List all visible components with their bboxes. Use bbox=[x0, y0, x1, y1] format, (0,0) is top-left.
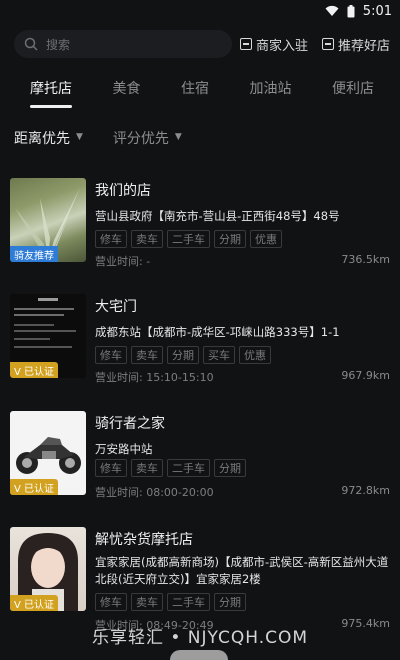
chevron-down-icon: ▼ bbox=[174, 132, 182, 142]
sort-distance[interactable]: 距离优先 ▼ bbox=[14, 128, 83, 148]
search-placeholder: 搜索 bbox=[46, 37, 71, 52]
shop-address: 宜家家居(成都高新商场)【成都市-武侯区-高新区益州大道北段(近天府立交)】宜家… bbox=[95, 555, 389, 586]
shop-tag: 修车 bbox=[95, 593, 127, 611]
shop-tag: 分期 bbox=[214, 459, 246, 477]
recommend-icon bbox=[321, 38, 334, 50]
shop-thumbnail: V 已认证 bbox=[10, 411, 86, 495]
shop-thumbnail: 骑友推荐 bbox=[10, 178, 86, 262]
header: 搜索 商家入驻 推荐好店 bbox=[0, 22, 400, 66]
shop-card[interactable]: V 已认证 解忧杂货摩托店 宜家家居(成都高新商场)【成都市-武侯区-高新区益州… bbox=[0, 527, 400, 632]
shop-name: 大宅门 bbox=[95, 299, 137, 315]
shop-hours: 营业时间: 08:00-20:00 bbox=[95, 486, 214, 499]
shop-tag: 分期 bbox=[214, 593, 246, 611]
shop-tag: 修车 bbox=[95, 230, 127, 248]
shop-tag: 优惠 bbox=[239, 346, 271, 364]
watermark: 乐享轻汇 • NJYCQH.COM bbox=[91, 628, 309, 648]
status-time: 5:01 bbox=[362, 3, 392, 19]
category-tabs: 摩托店 美食 住宿 加油站 便利店 bbox=[0, 66, 400, 110]
shop-hours: 营业时间: 15:10-15:10 bbox=[95, 371, 214, 384]
shop-tag: 优惠 bbox=[250, 230, 282, 248]
shop-tag: 卖车 bbox=[131, 593, 163, 611]
recommend-shop-label: 推荐好店 bbox=[337, 38, 390, 54]
shop-card[interactable]: V 已认证 骑行者之家 万安路中站 修车 卖车 二手车 分期 营业时间: 08:… bbox=[0, 411, 400, 501]
wifi-icon bbox=[325, 5, 339, 16]
shop-tags: 修车 卖车 分期 买车 优惠 bbox=[95, 346, 271, 364]
shop-thumbnail: V 已认证 bbox=[10, 294, 86, 378]
merchant-join-label: 商家入驻 bbox=[255, 38, 308, 54]
status-bar: 5:01 bbox=[0, 0, 400, 22]
shop-tags: 修车 卖车 二手车 分期 bbox=[95, 459, 246, 477]
shop-name: 我们的店 bbox=[95, 183, 151, 199]
shop-tag: 分期 bbox=[167, 346, 199, 364]
shop-address: 成都东站【成都市-成华区-邛崃山路333号】1-1 bbox=[95, 325, 340, 339]
shop-name: 解忧杂货摩托店 bbox=[95, 532, 193, 548]
shop-distance: 967.9km bbox=[341, 369, 390, 382]
shop-icon bbox=[239, 38, 252, 50]
shop-thumbnail: V 已认证 bbox=[10, 527, 86, 611]
merchant-join-button[interactable]: 商家入驻 bbox=[239, 35, 308, 54]
rider-recommend-badge: 骑友推荐 bbox=[10, 246, 58, 262]
shop-distance: 736.5km bbox=[341, 253, 390, 266]
shop-tag: 修车 bbox=[95, 459, 127, 477]
shop-tag: 二手车 bbox=[167, 593, 210, 611]
battery-icon bbox=[347, 4, 355, 17]
shop-tag: 卖车 bbox=[131, 346, 163, 364]
sort-rating[interactable]: 评分优先 ▼ bbox=[113, 128, 182, 148]
chevron-down-icon: ▼ bbox=[76, 132, 83, 142]
recommend-shop-button[interactable]: 推荐好店 bbox=[321, 35, 390, 54]
sort-distance-label: 距离优先 bbox=[14, 131, 70, 147]
shop-tag: 卖车 bbox=[131, 459, 163, 477]
sort-bar: 距离优先 ▼ 评分优先 ▼ bbox=[0, 110, 400, 166]
shop-tag: 修车 bbox=[95, 346, 127, 364]
tab-motorcycle-shop[interactable]: 摩托店 bbox=[30, 70, 72, 108]
home-indicator[interactable] bbox=[170, 650, 228, 660]
shop-tags: 修车 卖车 二手车 分期 优惠 bbox=[95, 230, 282, 248]
shop-address: 万安路中站 bbox=[95, 442, 153, 456]
verified-badge: V 已认证 bbox=[10, 362, 59, 378]
shop-tag: 买车 bbox=[203, 346, 235, 364]
tab-convenience-store[interactable]: 便利店 bbox=[332, 70, 374, 106]
shop-card[interactable]: V 已认证 大宅门 成都东站【成都市-成华区-邛崃山路333号】1-1 修车 卖… bbox=[0, 294, 400, 384]
shop-name: 骑行者之家 bbox=[95, 416, 165, 432]
search-icon bbox=[24, 37, 38, 51]
shop-address: 营山县政府【南充市-营山县-正西街48号】48号 bbox=[95, 209, 340, 223]
shop-hours: 营业时间: - bbox=[95, 255, 151, 268]
tab-lodging[interactable]: 住宿 bbox=[181, 70, 209, 106]
verified-badge: V 已认证 bbox=[10, 595, 59, 611]
shop-tag: 分期 bbox=[214, 230, 246, 248]
search-bar[interactable]: 搜索 bbox=[14, 30, 232, 58]
tab-gas-station[interactable]: 加油站 bbox=[250, 70, 292, 106]
tab-food[interactable]: 美食 bbox=[113, 70, 141, 106]
shop-card[interactable]: 骑友推荐 我们的店 营山县政府【南充市-营山县-正西街48号】48号 修车 卖车… bbox=[0, 178, 400, 268]
shop-tag: 卖车 bbox=[131, 230, 163, 248]
shop-tags: 修车 卖车 二手车 分期 bbox=[95, 593, 246, 611]
shop-tag: 二手车 bbox=[167, 459, 210, 477]
shop-tag: 二手车 bbox=[167, 230, 210, 248]
shop-distance: 972.8km bbox=[341, 484, 390, 497]
sort-rating-label: 评分优先 bbox=[112, 131, 169, 147]
verified-badge: V 已认证 bbox=[10, 479, 59, 495]
